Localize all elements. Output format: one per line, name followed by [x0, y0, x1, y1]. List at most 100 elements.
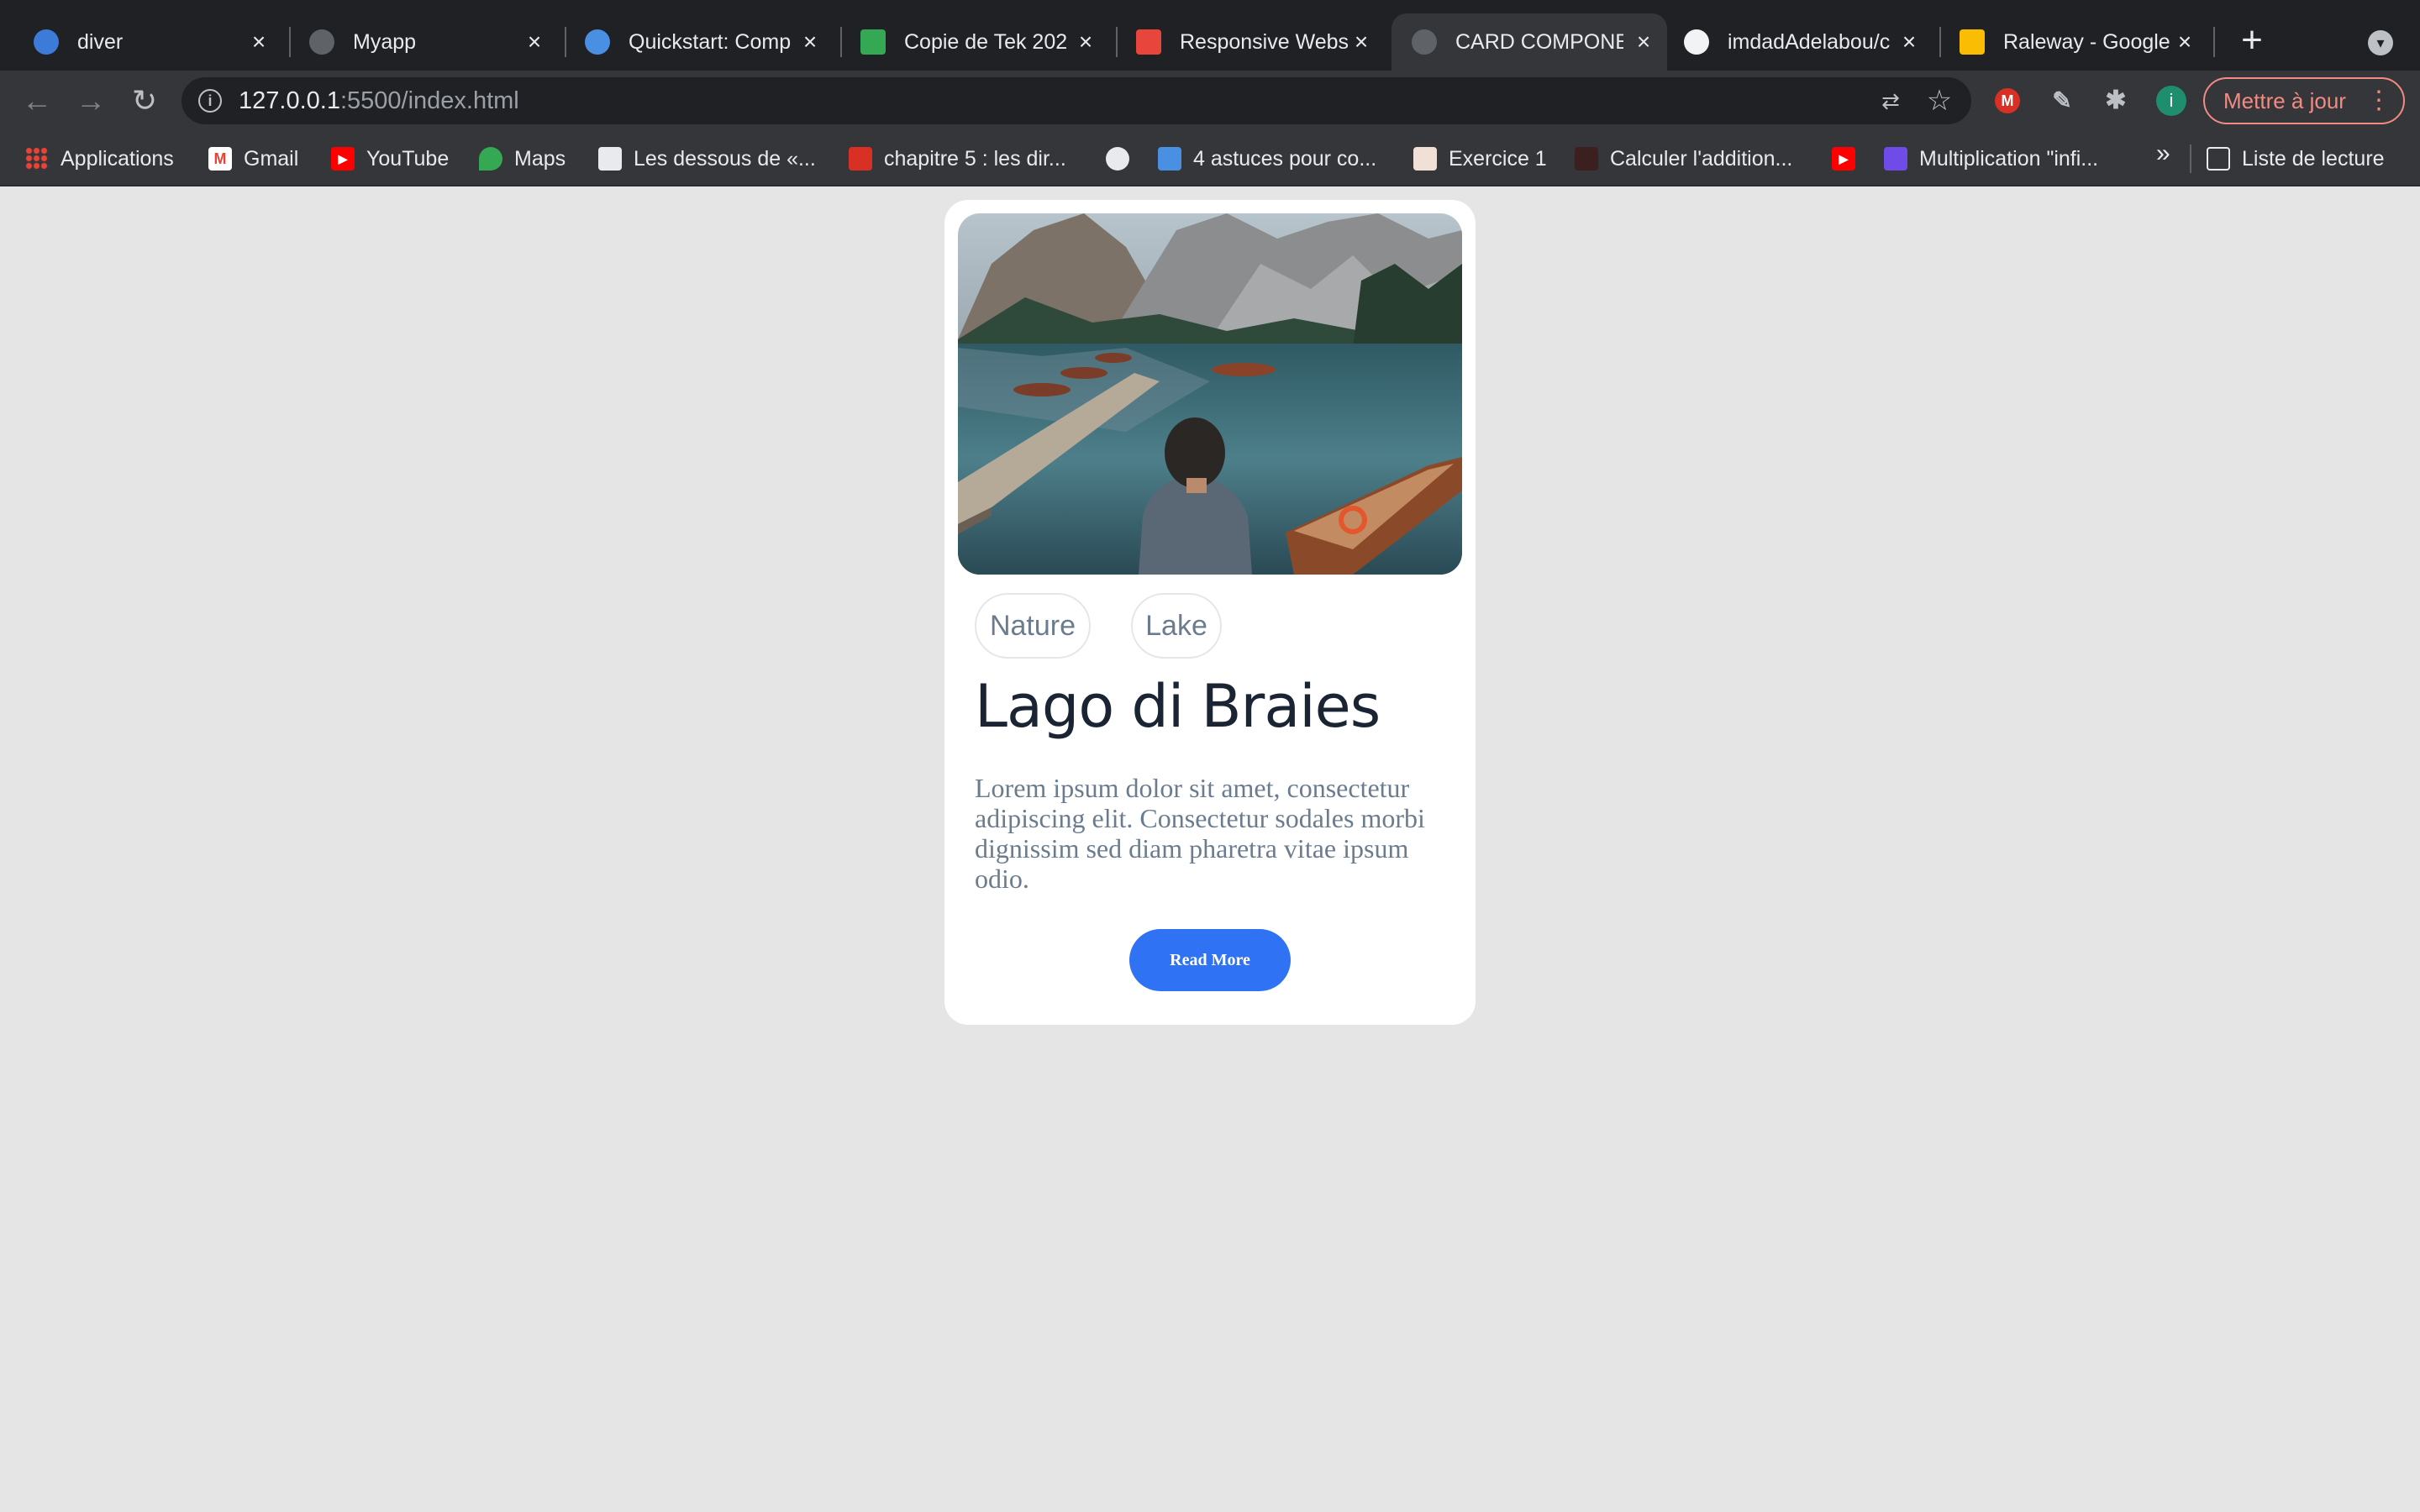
tab-title: Quickstart: Comp [629, 29, 792, 54]
reading-list-label: Liste de lecture [2242, 146, 2385, 171]
bookmark-label: Les dessous de «... [634, 146, 816, 171]
reading-list-icon [2207, 147, 2230, 171]
info-icon[interactable]: i [198, 89, 222, 113]
tab-title: CARD COMPONE [1455, 29, 1623, 54]
tab-separator [1116, 27, 1118, 57]
translate-icon[interactable]: ⇄ [1877, 87, 1904, 114]
bookmark-multiplication[interactable]: Multiplication "infi... [1884, 143, 2098, 175]
browser-tab[interactable]: imdadAdelabou/c × [1684, 13, 1923, 71]
card: Nature Lake Lago di Braies Lorem ipsum d… [944, 200, 1476, 1025]
site-favicon-icon [598, 147, 622, 171]
browser-tab[interactable]: Responsive Webs × [1136, 13, 1375, 71]
bookmark-maps[interactable]: Maps [479, 143, 566, 175]
bookmark-applications[interactable]: Applications [25, 143, 174, 175]
url-text[interactable]: 127.0.0.1:5500/index.html [239, 87, 519, 115]
code-icon [1136, 29, 1161, 55]
bookmark-label: Maps [514, 146, 566, 171]
tab-separator [2213, 27, 2215, 57]
close-icon[interactable]: × [1630, 29, 1657, 55]
new-tab-button[interactable]: + [2235, 22, 2269, 59]
browser-toolbar: ← → ↻ i 127.0.0.1:5500/index.html ⇄ ☆ M … [0, 71, 2420, 131]
site-favicon-icon [1575, 147, 1598, 171]
bookmark-calculer[interactable]: Calculer l'addition... [1575, 143, 1792, 175]
reload-icon[interactable]: ↻ [124, 81, 165, 121]
bookmark-youtube-2[interactable]: ▶ [1832, 143, 1855, 175]
bookmark-4-astuces[interactable]: 4 astuces pour co... [1158, 143, 1376, 175]
lake-photo [958, 213, 1462, 575]
bookmark-label: Exercice 1 [1449, 146, 1547, 171]
close-icon[interactable]: × [521, 29, 548, 55]
bookmark-youtube[interactable]: ▶ YouTube [331, 143, 449, 175]
close-icon[interactable]: × [2171, 29, 2198, 55]
tab-title: Responsive Webs [1180, 29, 1349, 54]
bookmark-globe[interactable] [1106, 143, 1129, 175]
read-more-button[interactable]: Read More [1129, 929, 1291, 991]
profile-avatar[interactable]: i [2156, 86, 2186, 116]
bookmark-les-dessous[interactable]: Les dessous de «... [598, 143, 816, 175]
bookmark-exercice-1[interactable]: Exercice 1 [1413, 143, 1547, 175]
bookmarks-separator [2190, 144, 2191, 173]
globe-icon [309, 29, 334, 55]
tab-title: Myapp [353, 29, 417, 54]
google-fonts-icon [1960, 29, 1985, 55]
bookmark-label: Multiplication "infi... [1919, 146, 2099, 171]
tab-title: Raleway - Google [2003, 29, 2170, 54]
site-favicon-icon [1884, 147, 1907, 171]
tab-title: Copie de Tek 202 [904, 29, 1068, 54]
site-favicon-icon [1413, 147, 1437, 171]
close-icon[interactable]: × [797, 29, 823, 55]
youtube-icon: ▶ [1832, 147, 1855, 171]
bookmark-label: chapitre 5 : les dir... [884, 146, 1066, 171]
globe-icon [1106, 147, 1129, 171]
pen-extension-icon[interactable]: ✎ [2047, 86, 2077, 116]
tag-nature[interactable]: Nature [975, 593, 1091, 659]
close-icon[interactable]: × [245, 29, 272, 55]
close-icon[interactable]: × [1348, 29, 1375, 55]
tab-title: imdadAdelabou/c [1728, 29, 1891, 54]
puzzle-extensions-icon[interactable]: ✱ [2101, 86, 2131, 116]
url-host: 127.0.0.1 [239, 87, 340, 114]
tab-separator [289, 27, 291, 57]
card-image [958, 213, 1462, 575]
browser-tab[interactable]: Myapp × [309, 13, 548, 71]
browser-tab-strip: diver × Myapp × Quickstart: Comp × Copie… [0, 0, 2420, 71]
docker-icon [585, 29, 610, 55]
address-bar[interactable]: i 127.0.0.1:5500/index.html ⇄ ☆ [182, 77, 1971, 124]
bookmark-star-icon[interactable]: ☆ [1924, 86, 1954, 116]
tab-search-icon[interactable]: ▾ [2368, 30, 2393, 55]
tab-title: diver [77, 29, 124, 54]
bookmark-label: 4 astuces pour co... [1193, 146, 1377, 171]
bookmark-chapitre-5[interactable]: chapitre 5 : les dir... [849, 143, 1066, 175]
browser-tab[interactable]: Quickstart: Comp × [585, 13, 823, 71]
browser-tab[interactable]: Copie de Tek 202 × [860, 13, 1099, 71]
maps-pin-icon [479, 147, 502, 171]
browser-tab-active[interactable]: CARD COMPONE × [1392, 13, 1667, 71]
tab-separator [565, 27, 566, 57]
url-path: :5500/index.html [339, 87, 519, 114]
back-arrow-icon[interactable]: ← [17, 81, 57, 121]
menu-dots-icon[interactable]: ⋮ [2366, 79, 2391, 123]
bookmarks-bar: Applications M Gmail ▶ YouTube Maps Les … [0, 131, 2420, 186]
browser-tab[interactable]: Raleway - Google × [1960, 13, 2198, 71]
mega-extension-icon[interactable]: M [1995, 88, 2020, 113]
close-icon[interactable]: × [1896, 29, 1923, 55]
gmail-icon: M [208, 147, 232, 171]
browser-tab[interactable]: diver × [34, 13, 272, 71]
bookmark-gmail[interactable]: M Gmail [208, 143, 298, 175]
tab-separator [840, 27, 842, 57]
bookmark-label: Gmail [244, 146, 299, 171]
youtube-icon: ▶ [331, 147, 355, 171]
update-label: Mettre à jour [2223, 88, 2346, 113]
bookmarks-overflow-button[interactable]: » [2156, 139, 2170, 168]
tag-lake[interactable]: Lake [1131, 593, 1222, 659]
card-title: Lago di Braies [975, 672, 1381, 741]
site-favicon-icon [849, 147, 872, 171]
apps-grid-icon [25, 147, 49, 171]
reading-list[interactable]: Liste de lecture [2207, 143, 2385, 175]
tab-separator [1939, 27, 1941, 57]
update-button[interactable]: Mettre à jour ⋮ [2203, 77, 2405, 124]
bookmark-label: YouTube [366, 146, 450, 171]
rocket-favicon-icon [34, 29, 59, 55]
forward-arrow-icon[interactable]: → [71, 81, 111, 121]
close-icon[interactable]: × [1072, 29, 1099, 55]
